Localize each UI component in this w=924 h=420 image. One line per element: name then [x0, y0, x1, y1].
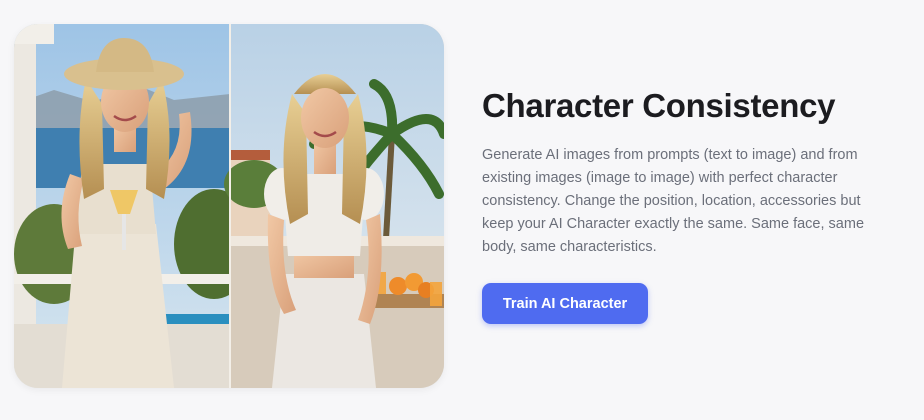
image-divider — [229, 24, 231, 388]
feature-description: Generate AI images from prompts (text to… — [482, 147, 865, 255]
right-photo — [224, 24, 444, 388]
character-image-panel — [14, 24, 444, 388]
left-photo — [14, 24, 254, 388]
feature-content: Character Consistency Generate AI images… — [482, 86, 902, 259]
feature-title: Character Consistency — [482, 87, 836, 124]
feature-section: Character Consistency Generate AI images… — [0, 0, 924, 420]
train-ai-character-button[interactable]: Train AI Character — [482, 283, 648, 324]
